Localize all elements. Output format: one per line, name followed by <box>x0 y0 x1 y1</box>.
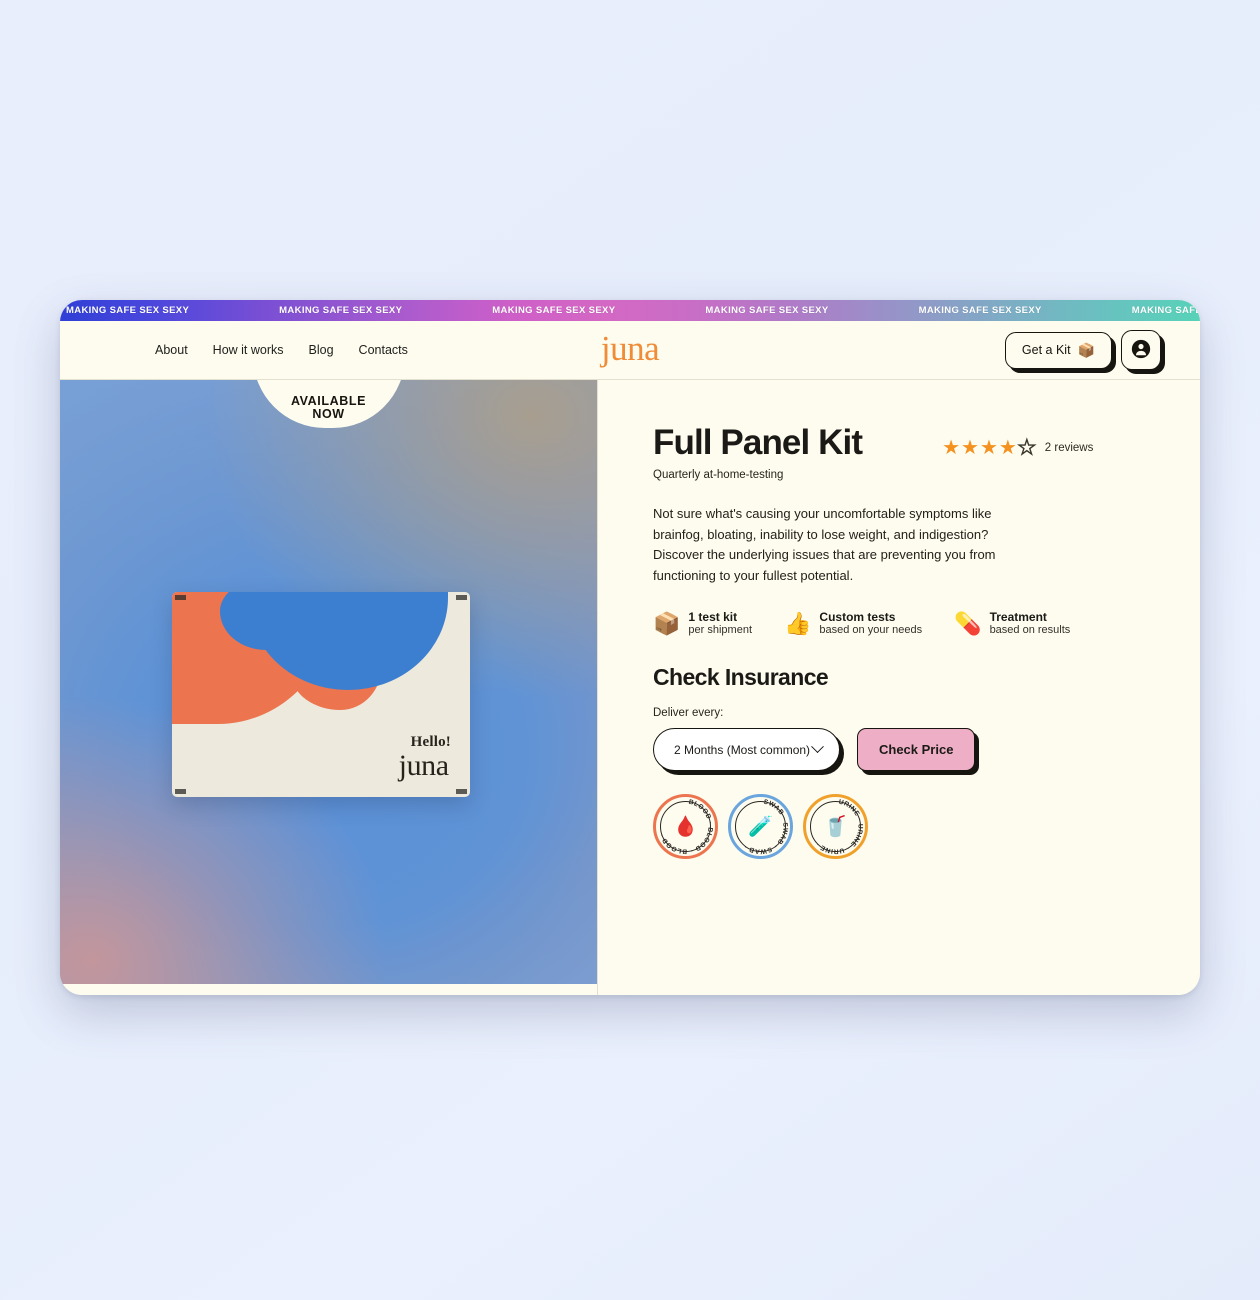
feature-text: Treatment based on results <box>990 610 1071 637</box>
feature-text: Custom tests based on your needs <box>819 610 922 637</box>
feature-subtitle: per shipment <box>688 624 752 637</box>
sample-badge-urine[interactable]: URINE · URINE · URINE · 🥤 <box>803 794 868 860</box>
check-price-button[interactable]: Check Price <box>857 728 976 772</box>
box-corner-top-left <box>175 595 186 600</box>
star-filled-icon: ★ <box>961 437 979 459</box>
sample-type-badges: BLOOD · BLOOD · BLOOD · 🩸 SWAB · SWAB · S… <box>653 794 1160 860</box>
get-a-kit-button[interactable]: Get a Kit 📦 <box>1004 331 1112 369</box>
thumbs-up-icon: 👍 <box>784 610 812 636</box>
page-content: AVAILABLENOW Hello! juna Full Panel Kit <box>60 380 1200 995</box>
feature-item: 💊 Treatment based on results <box>954 610 1070 637</box>
site-header: About How it works Blog Contacts juna Ge… <box>60 321 1200 380</box>
main-navigation: About How it works Blog Contacts <box>155 343 408 357</box>
feature-item: 👍 Custom tests based on your needs <box>784 610 922 637</box>
sample-badge-swab[interactable]: SWAB · SWAB · SWAB · 🧪 <box>728 794 793 860</box>
title-row: Full Panel Kit ★ ★ ★ ★ ★ 2 reviews <box>653 425 1160 460</box>
sample-badge-blood[interactable]: BLOOD · BLOOD · BLOOD · 🩸 <box>653 794 718 860</box>
star-empty-icon: ★ <box>1017 437 1036 459</box>
box-brand-text: juna <box>398 749 449 782</box>
star-filled-icon: ★ <box>979 437 998 459</box>
marquee-text: MAKING SAFE SEX SEXY <box>66 305 190 316</box>
star-filled-icon: ★ <box>998 437 1017 459</box>
product-subtitle: Quarterly at-home-testing <box>653 469 784 481</box>
pill-bottle-icon: 💊 <box>954 610 982 636</box>
promo-marquee-banner: MAKING SAFE SEX SEXY MAKING SAFE SEX SEXY… <box>60 300 1200 321</box>
purchase-controls: 2 Months (Most common) Check Price <box>653 728 1160 772</box>
urine-cup-icon: 🥤 <box>823 815 848 838</box>
rating-block: ★ ★ ★ ★ ★ 2 reviews <box>942 425 1093 458</box>
product-image-panel: AVAILABLE NOW Hello! juna <box>60 380 597 995</box>
get-a-kit-label: Get a Kit <box>1021 343 1071 357</box>
box-corner-bottom-left <box>175 789 186 794</box>
feature-list: 📦 1 test kit per shipment 👍 Custom tests base… <box>653 610 1160 637</box>
check-insurance-heading: Check Insurance <box>653 664 829 691</box>
delivery-frequency-select[interactable]: 2 Months (Most common) <box>653 728 840 772</box>
panel-footer-strip <box>598 985 1200 995</box>
marquee-text: MAKING SAFE SEX SEXY <box>918 305 1042 316</box>
feature-title: 1 test kit <box>688 610 738 625</box>
star-filled-icon: ★ <box>942 437 961 459</box>
box-corner-bottom-right <box>456 789 467 794</box>
feature-title: Treatment <box>989 610 1047 625</box>
star-rating[interactable]: ★ ★ ★ ★ ★ <box>942 437 1036 459</box>
feature-text: 1 test kit per shipment <box>688 610 752 637</box>
box-corner-top-right <box>456 595 467 600</box>
nav-item-blog[interactable]: Blog <box>309 343 334 357</box>
product-description: Not sure what's causing your uncomfortab… <box>653 506 996 583</box>
available-now-label: AVAILABLE NOW <box>290 393 367 421</box>
marquee-text: MAKING SAFE SEX SEXY <box>705 305 829 316</box>
feature-subtitle: based on your needs <box>819 624 923 637</box>
box-branding: Hello! juna <box>399 735 451 781</box>
product-box-image[interactable]: Hello! juna <box>172 592 470 797</box>
marquee-text: MAKING SAFE SEX SEXY <box>492 305 616 316</box>
feature-title: Custom tests <box>819 610 896 625</box>
nav-item-contacts[interactable]: Contacts <box>359 343 408 357</box>
review-count-label[interactable]: 2 reviews <box>1045 442 1094 454</box>
blood-vial-icon: 🩸 <box>673 815 698 838</box>
nav-item-about[interactable]: About <box>155 343 188 357</box>
package-icon: 📦 <box>653 610 681 636</box>
deliver-every-label: Deliver every: <box>653 707 724 720</box>
marquee-text: MAKING SAFE SEX SEXY <box>1131 305 1200 316</box>
browser-window: MAKING SAFE SEX SEXY MAKING SAFE SEX SEXY… <box>60 300 1200 995</box>
page-title: Full Panel Kit <box>653 423 863 462</box>
box-hello-text: Hello! <box>410 734 451 750</box>
nav-item-how-it-works[interactable]: How it works <box>213 343 284 357</box>
header-actions: Get a Kit 📦 <box>1004 330 1161 370</box>
chevron-down-icon <box>811 740 824 754</box>
account-button[interactable] <box>1121 330 1161 370</box>
brand-logo[interactable]: juna <box>601 331 660 366</box>
product-detail-panel: Full Panel Kit ★ ★ ★ ★ ★ 2 reviews Quarterly… <box>597 380 1200 995</box>
feature-subtitle: based on results <box>989 624 1071 637</box>
swab-icon: 🧪 <box>748 815 773 838</box>
delivery-frequency-value: 2 Months (Most common) <box>674 742 811 757</box>
marquee-track: MAKING SAFE SEX SEXY MAKING SAFE SEX SEXY… <box>60 305 1200 316</box>
available-now-badge: AVAILABLE NOW <box>252 380 405 428</box>
marquee-text: MAKING SAFE SEX SEXY <box>279 305 403 316</box>
feature-item: 📦 1 test kit per shipment <box>653 610 752 637</box>
account-circle-icon <box>1131 339 1151 362</box>
package-icon: 📦 <box>1077 342 1095 358</box>
